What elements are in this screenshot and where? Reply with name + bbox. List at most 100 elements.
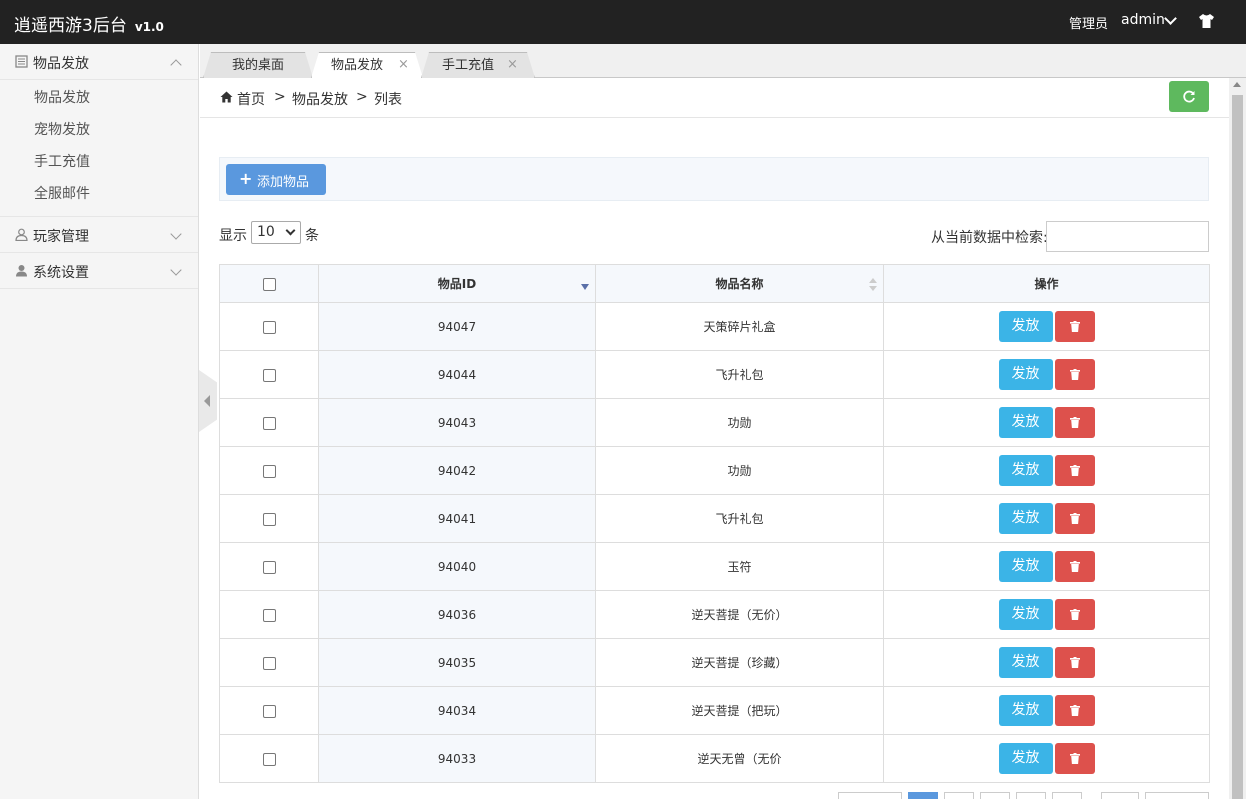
skin-shirt-icon[interactable] (1198, 13, 1215, 29)
delete-button[interactable] (1054, 407, 1095, 438)
close-icon[interactable]: × (398, 53, 409, 77)
pagination-page[interactable] (944, 792, 974, 799)
pagination-page[interactable] (1052, 792, 1082, 799)
sidebar-submenu: 物品发放 宠物发放 手工充值 全服邮件 (0, 80, 198, 217)
sidebar-collapse-handle[interactable] (199, 370, 217, 432)
sidebar-group-players[interactable]: 玩家管理 (0, 217, 198, 253)
issue-button[interactable]: 发放 (998, 455, 1053, 486)
items-table: 物品ID 物品名称 操作 94047 天策碎片礼盒 发放 94044 飞升礼包 发放 940… (219, 264, 1210, 783)
row-checkbox[interactable] (262, 608, 276, 622)
sidebar-item-item-issue[interactable]: 物品发放 (0, 82, 198, 114)
app-version: v1.0 (134, 20, 164, 34)
refresh-button[interactable] (1169, 81, 1209, 112)
tab-label: 我的桌面 (231, 58, 284, 73)
refresh-icon (1183, 90, 1195, 103)
trash-icon (1069, 657, 1080, 668)
sidebar-group-label: 系统设置 (33, 265, 89, 281)
delete-button[interactable] (1054, 647, 1095, 678)
sidebar-group-settings[interactable]: 系统设置 (0, 253, 198, 289)
issue-button[interactable]: 发放 (998, 647, 1053, 678)
scrollbar[interactable] (1229, 78, 1246, 799)
delete-button[interactable] (1054, 743, 1095, 774)
sidebar-item-server-mail[interactable]: 全服邮件 (0, 178, 198, 210)
search-input[interactable] (1046, 221, 1209, 252)
column-header-item-name[interactable]: 物品名称 (595, 264, 884, 303)
delete-button[interactable] (1054, 455, 1095, 486)
issue-button[interactable]: 发放 (998, 359, 1053, 390)
delete-button[interactable] (1054, 551, 1095, 582)
issue-button[interactable]: 发放 (998, 551, 1053, 582)
add-item-label: 添加物品 (257, 175, 310, 190)
row-checkbox[interactable] (262, 368, 276, 382)
tab-desktop[interactable]: 我的桌面 (203, 52, 313, 78)
issue-button[interactable]: 发放 (998, 503, 1053, 534)
item-name-cell: 飞升礼包 (595, 494, 884, 543)
item-id-cell: 94033 (318, 734, 596, 783)
delete-button[interactable] (1054, 311, 1095, 342)
pagination-previous[interactable] (838, 792, 902, 799)
column-header-item-id[interactable]: 物品ID (318, 264, 596, 303)
sort-desc-icon (581, 284, 589, 290)
select-all-cell (219, 264, 319, 303)
page-length-select[interactable]: 10 (251, 221, 301, 244)
row-checkbox[interactable] (262, 752, 276, 766)
pagination-page[interactable] (908, 792, 938, 799)
tab-manual-recharge[interactable]: 手工充值 × (421, 52, 535, 78)
trash-icon (1069, 513, 1080, 524)
scrollbar-thumb[interactable] (1232, 95, 1243, 799)
select-all-checkbox[interactable] (262, 277, 276, 291)
table-row: 94033 逆天无曾（无价 发放 (219, 734, 1210, 783)
issue-button[interactable]: 发放 (998, 407, 1053, 438)
pagination-page[interactable] (980, 792, 1010, 799)
admin-role-label: 管理员 (1069, 17, 1109, 32)
sidebar-item-manual-recharge[interactable]: 手工充值 (0, 146, 198, 178)
issue-button[interactable]: 发放 (998, 695, 1053, 726)
row-checkbox[interactable] (262, 416, 276, 430)
breadcrumb-home[interactable]: 首页 (237, 89, 265, 109)
sidebar-group-items[interactable]: 物品发放 (0, 44, 198, 80)
row-select-cell (219, 542, 319, 591)
row-checkbox[interactable] (262, 656, 276, 670)
row-checkbox[interactable] (262, 704, 276, 718)
home-icon (220, 91, 233, 103)
delete-button[interactable] (1054, 695, 1095, 726)
column-header-label: 物品名称 (715, 277, 764, 291)
chevron-down-icon[interactable] (1164, 12, 1177, 25)
row-checkbox[interactable] (262, 560, 276, 574)
app-title[interactable]: 逍遥西游3后台 v1.0 (14, 11, 164, 36)
sidebar-group-label: 玩家管理 (33, 229, 89, 245)
column-header-label: 操作 (1034, 277, 1059, 291)
actions-cell: 发放 (883, 590, 1210, 639)
table-row: 94042 功勋 发放 (219, 446, 1210, 495)
row-select-cell (219, 638, 319, 687)
issue-button[interactable]: 发放 (998, 311, 1053, 342)
item-id-cell: 94043 (318, 398, 596, 447)
row-checkbox[interactable] (262, 320, 276, 334)
pagination-page[interactable] (1101, 792, 1139, 799)
pagination-page[interactable] (1016, 792, 1046, 799)
breadcrumb-section[interactable]: 物品发放 (292, 89, 348, 109)
item-name-cell: 逆天无曾（无价 (595, 734, 884, 783)
trash-icon (1069, 465, 1080, 476)
trash-icon (1069, 705, 1080, 716)
delete-button[interactable] (1054, 599, 1095, 630)
table-row: 94036 逆天菩提（无价） 发放 (219, 590, 1210, 639)
item-id-cell: 94042 (318, 446, 596, 495)
table-row: 94043 功勋 发放 (219, 398, 1210, 447)
user-icon (16, 265, 27, 277)
trash-icon (1069, 417, 1080, 428)
delete-button[interactable] (1054, 503, 1095, 534)
row-checkbox[interactable] (262, 464, 276, 478)
add-item-button[interactable]: + 添加物品 (226, 164, 326, 195)
delete-button[interactable] (1054, 359, 1095, 390)
tab-item-issue[interactable]: 物品发放 × (311, 52, 423, 78)
close-icon[interactable]: × (507, 53, 518, 77)
row-checkbox[interactable] (262, 512, 276, 526)
issue-button[interactable]: 发放 (998, 599, 1053, 630)
pagination-next[interactable] (1145, 792, 1209, 799)
scroll-up-arrow-icon[interactable] (1233, 82, 1241, 87)
user-menu-toggle[interactable]: admin (1121, 12, 1165, 28)
sidebar-item-pet-issue[interactable]: 宠物发放 (0, 114, 198, 146)
issue-button[interactable]: 发放 (998, 743, 1053, 774)
actions-cell: 发放 (883, 494, 1210, 543)
